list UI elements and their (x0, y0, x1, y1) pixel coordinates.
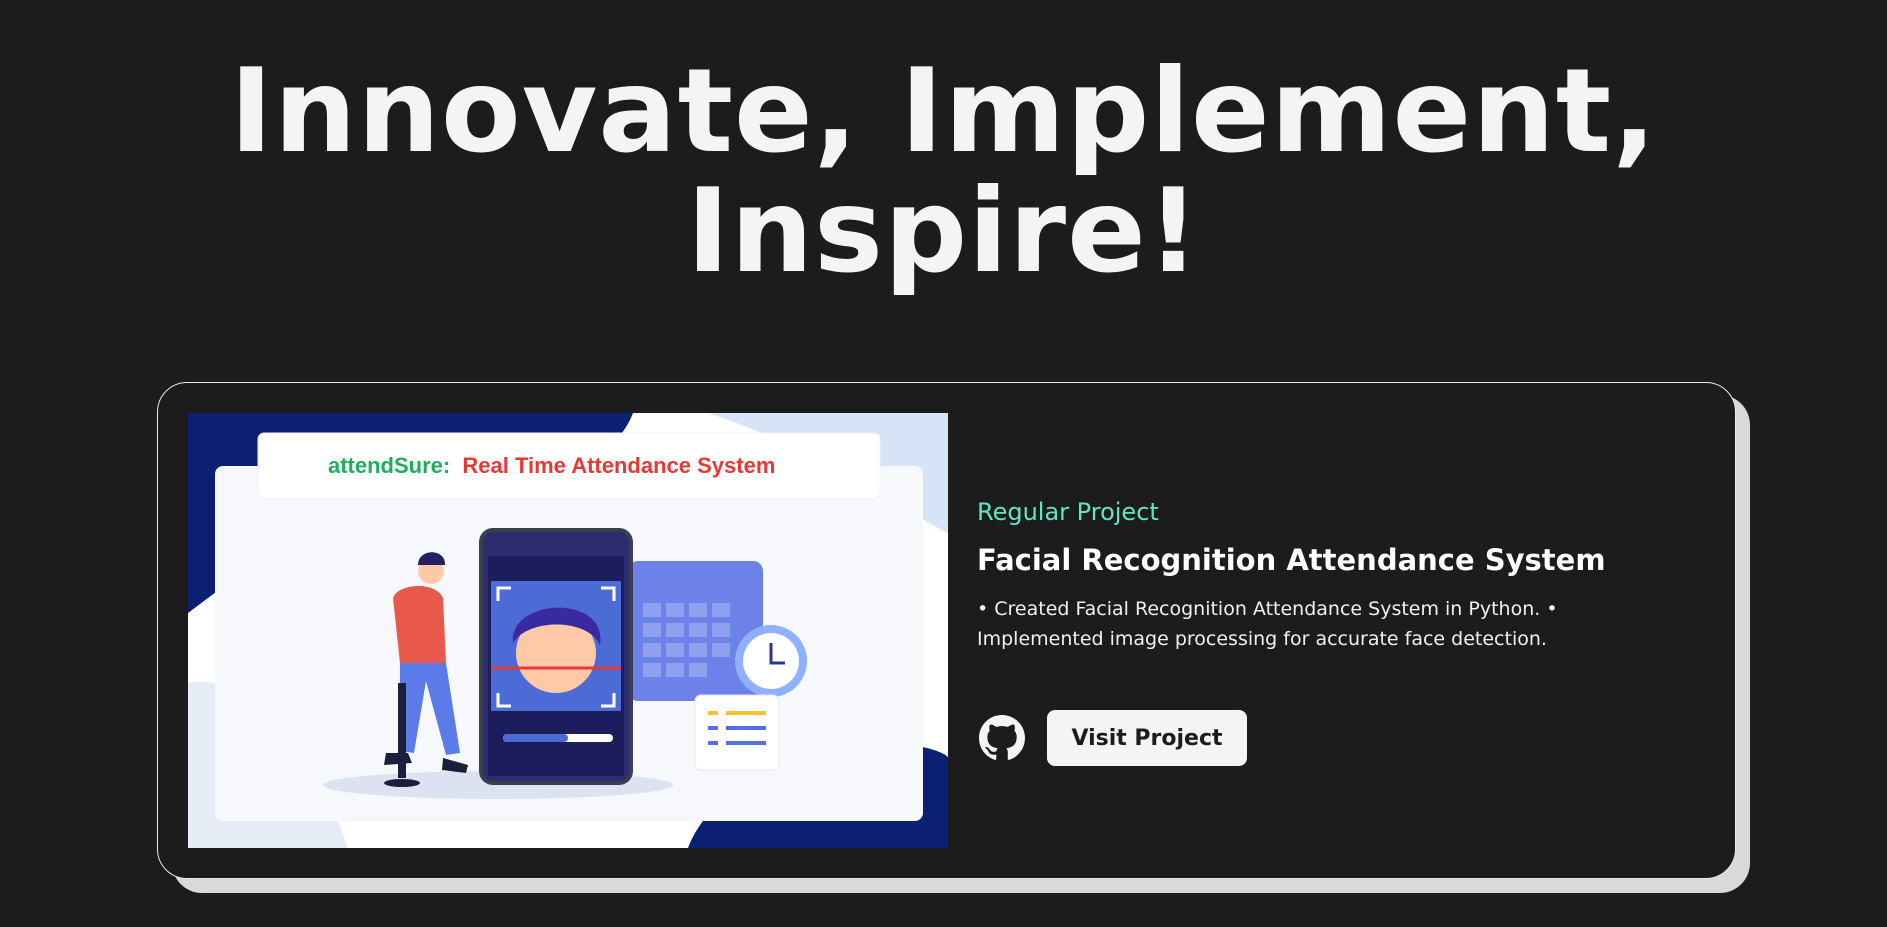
project-description: • Created Facial Recognition Attendance … (977, 598, 1558, 650)
project-category: Regular Project (977, 498, 1159, 526)
project-actions: Visit Project (979, 710, 1247, 766)
project-info: Regular Project Facial Recognition Atten… (977, 496, 1617, 654)
hero-title: Innovate, Implement, Inspire! (0, 52, 1887, 292)
thumb-headline: Real Time Attendance System (462, 453, 775, 478)
visit-project-button[interactable]: Visit Project (1047, 710, 1247, 766)
hero-title-line1: Innovate, Implement, (229, 44, 1658, 179)
project-title: Facial Recognition Attendance System (977, 543, 1606, 577)
github-icon[interactable] (979, 715, 1025, 761)
svg-text:attendSure: Real Time At: attendSure: Real Time Attendance System (328, 453, 775, 478)
project-thumbnail: attendSure: Real Time Attendance System (188, 413, 948, 848)
thumb-brand: attendSure: (328, 453, 450, 478)
hero-title-line2: Inspire! (686, 164, 1201, 299)
